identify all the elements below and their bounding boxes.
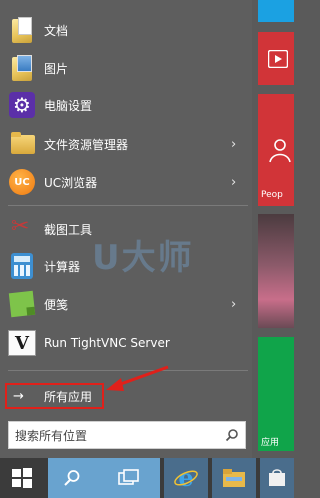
uc-icon-text: UC (9, 169, 35, 195)
uc-browser-icon: UC (7, 167, 37, 197)
chevron-right-icon[interactable]: › (231, 175, 236, 190)
windows-start-button[interactable] (0, 458, 44, 498)
app-item-sticky-notes[interactable]: 便笺 › (0, 285, 252, 323)
taskbar: e (0, 458, 294, 498)
app-label: 截图工具 (44, 222, 93, 237)
taskbar-ie-button[interactable]: e (164, 458, 208, 498)
app-item-pc-settings[interactable]: ⚙ 电脑设置 (0, 86, 252, 124)
people-icon (269, 139, 291, 163)
search-icon[interactable] (225, 428, 239, 442)
start-menu-app-list: 文档 图片 ⚙ 电脑设置 文件资源管理器 › UC UC浏览器 › 截图工具 计… (0, 0, 252, 458)
search-input[interactable] (15, 427, 215, 445)
app-label: 图片 (44, 61, 69, 76)
windows-start-icon (12, 468, 32, 488)
tile-store[interactable]: 应用 (258, 337, 294, 451)
tightvnc-icon: V (7, 328, 37, 358)
store-icon (269, 469, 285, 486)
app-item-pictures[interactable]: 图片 (0, 49, 252, 87)
tile-store-label: 应用 (261, 438, 280, 448)
taskbar-search-area[interactable] (48, 458, 160, 498)
file-explorer-icon (7, 129, 37, 159)
documents-folder-icon (7, 15, 37, 45)
taskbar-store-button[interactable] (260, 458, 294, 498)
tile-blue[interactable] (258, 0, 294, 22)
file-explorer-icon (223, 469, 245, 487)
start-tiles-column: Peop 应用 (252, 0, 294, 458)
vnc-icon-text: V (8, 330, 36, 356)
tile-video[interactable] (258, 32, 294, 85)
menu-divider (8, 205, 248, 206)
tile-people[interactable]: Peop (258, 94, 294, 206)
all-apps-label: 所有应用 (44, 389, 93, 404)
app-label: UC浏览器 (44, 175, 98, 190)
app-label: 便笺 (44, 297, 69, 312)
app-label: Run TightVNC Server (44, 336, 170, 350)
tile-people-label: Peop (261, 190, 283, 200)
sticky-notes-icon (7, 289, 37, 319)
arrow-right-icon: → (13, 388, 24, 404)
snipping-tool-icon (7, 214, 37, 244)
watermark: U大师 (92, 238, 194, 278)
search-icon[interactable] (63, 469, 81, 487)
settings-gear-icon: ⚙ (7, 90, 37, 120)
taskbar-file-explorer-button[interactable] (212, 458, 256, 498)
app-label: 文件资源管理器 (44, 137, 129, 152)
chevron-right-icon[interactable]: › (231, 297, 236, 312)
search-box[interactable] (8, 421, 246, 449)
app-label: 计算器 (44, 259, 81, 274)
chevron-right-icon[interactable]: › (231, 137, 236, 152)
app-label: 电脑设置 (44, 98, 93, 113)
app-item-uc-browser[interactable]: UC UC浏览器 › (0, 163, 252, 201)
internet-explorer-icon: e (174, 465, 198, 491)
menu-divider (8, 370, 248, 371)
calculator-icon (7, 251, 37, 281)
svg-text:e: e (178, 465, 193, 491)
task-view-icon[interactable] (118, 469, 140, 487)
app-item-tightvnc[interactable]: V Run TightVNC Server (0, 324, 252, 362)
all-apps-button[interactable]: → 所有应用 (5, 383, 104, 409)
tile-photo[interactable] (258, 214, 294, 328)
app-label: 文档 (44, 23, 69, 38)
app-item-file-explorer[interactable]: 文件资源管理器 › (0, 125, 252, 163)
app-item-documents[interactable]: 文档 (0, 11, 252, 49)
play-icon (268, 50, 288, 68)
pictures-folder-icon (7, 53, 37, 83)
